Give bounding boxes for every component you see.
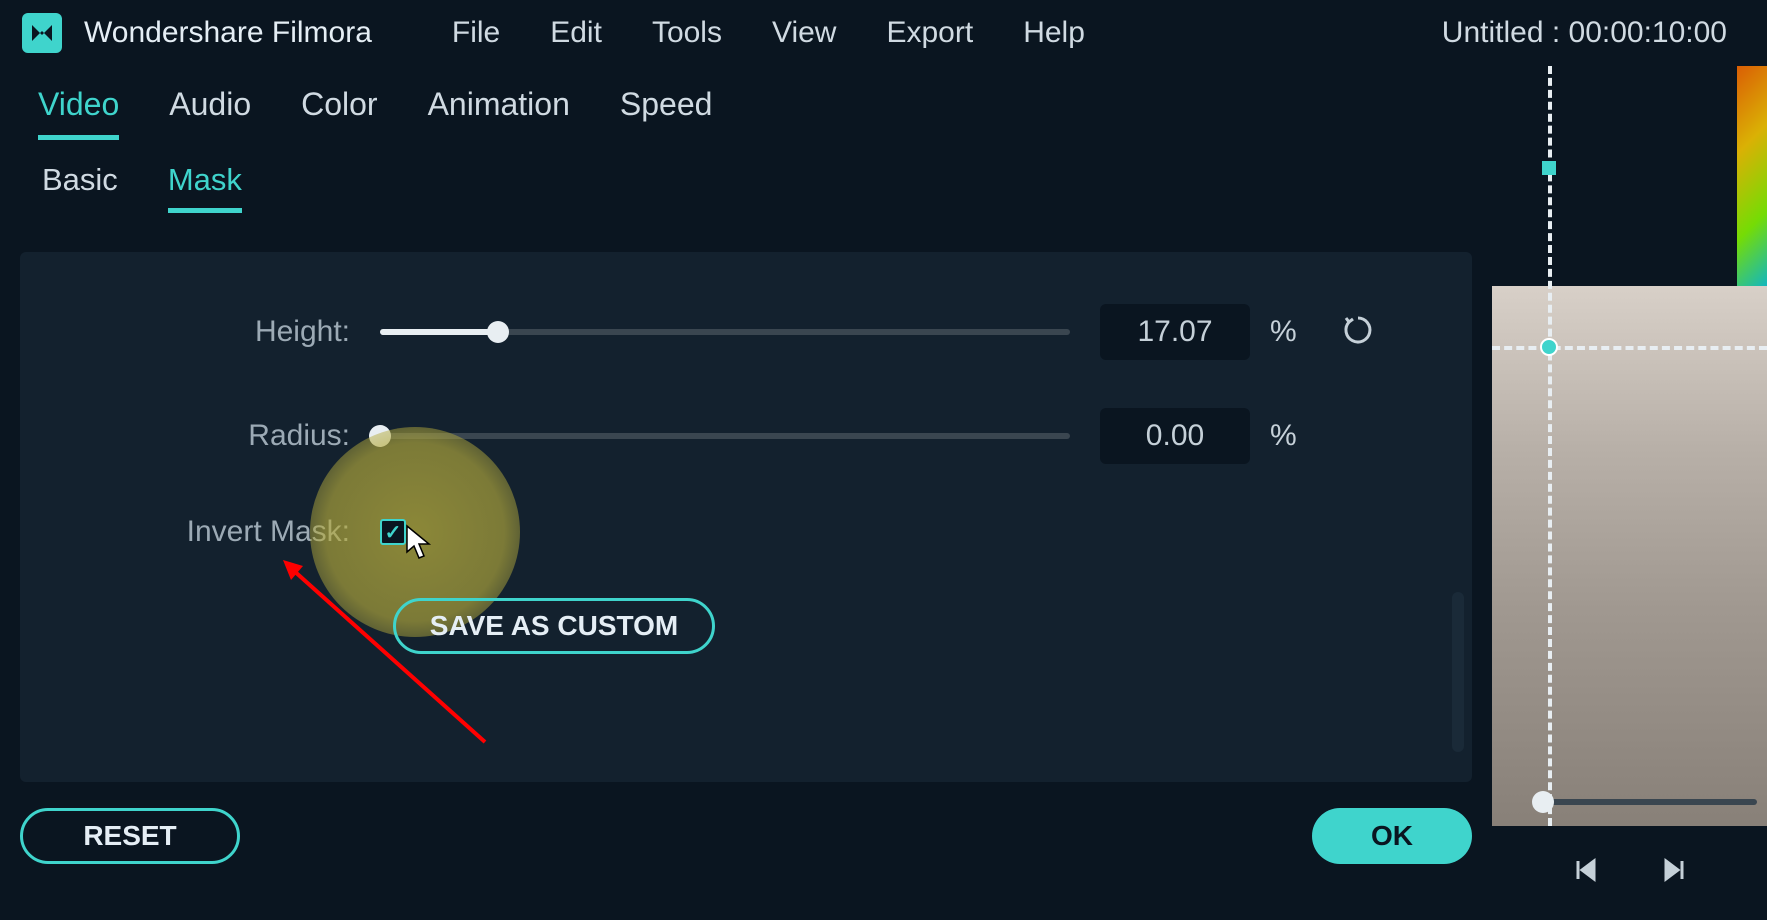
sub-tab-basic[interactable]: Basic	[42, 162, 118, 208]
inspector-main-tabs: Video Audio Color Animation Speed	[0, 66, 1492, 144]
tab-audio[interactable]: Audio	[169, 86, 251, 135]
height-label: Height:	[50, 315, 380, 349]
preview-panel	[1492, 66, 1767, 920]
app-logo	[20, 11, 64, 55]
app-title: Wondershare Filmora	[84, 16, 372, 50]
mask-guide-horizontal[interactable]	[1492, 346, 1767, 350]
menu-file[interactable]: File	[452, 16, 500, 50]
panel-scrollbar[interactable]	[1452, 592, 1464, 752]
zoom-slider-thumb[interactable]	[1532, 791, 1554, 813]
radius-control-row: Radius: 0.00 %	[50, 406, 1442, 466]
radius-slider[interactable]	[380, 433, 1070, 439]
playback-controls	[1492, 855, 1767, 890]
mask-settings-panel: Height: 17.07 % Radius:	[20, 252, 1472, 782]
height-slider[interactable]	[380, 329, 1070, 335]
ok-button[interactable]: OK	[1312, 808, 1472, 864]
inspector-footer: RESET OK	[0, 808, 1492, 864]
mask-guide-vertical[interactable]	[1548, 66, 1552, 826]
menu-bar: File Edit Tools View Export Help	[452, 16, 1442, 50]
height-value[interactable]: 17.07	[1100, 304, 1250, 360]
tab-video[interactable]: Video	[38, 86, 119, 140]
menu-export[interactable]: Export	[886, 16, 973, 50]
tab-speed[interactable]: Speed	[620, 86, 713, 135]
preview-content-lower	[1492, 286, 1767, 826]
prev-frame-button[interactable]	[1570, 855, 1600, 890]
menu-view[interactable]: View	[772, 16, 836, 50]
height-control-row: Height: 17.07 %	[50, 302, 1442, 362]
project-title: Untitled : 00:00:10:00	[1442, 16, 1727, 50]
invert-mask-label: Invert Mask:	[50, 515, 380, 549]
zoom-slider[interactable]	[1532, 792, 1757, 812]
menu-edit[interactable]: Edit	[550, 16, 602, 50]
mask-center-handle[interactable]	[1540, 338, 1558, 356]
title-bar: Wondershare Filmora File Edit Tools View…	[0, 0, 1767, 66]
radius-unit: %	[1270, 419, 1310, 453]
radius-slider-thumb[interactable]	[369, 425, 391, 447]
radius-value[interactable]: 0.00	[1100, 408, 1250, 464]
save-as-custom-button[interactable]: SAVE AS CUSTOM	[393, 598, 715, 654]
mask-top-handle[interactable]	[1542, 161, 1556, 175]
invert-mask-checkbox[interactable]	[380, 519, 406, 545]
tab-animation[interactable]: Animation	[428, 86, 570, 135]
preview-content-upper	[1737, 66, 1767, 286]
menu-help[interactable]: Help	[1023, 16, 1085, 50]
next-frame-button[interactable]	[1660, 855, 1690, 890]
reset-button[interactable]: RESET	[20, 808, 240, 864]
inspector-panel: Video Audio Color Animation Speed Basic …	[0, 66, 1492, 920]
sub-tab-mask[interactable]: Mask	[168, 162, 242, 213]
height-unit: %	[1270, 315, 1310, 349]
radius-label: Radius:	[50, 419, 380, 453]
tab-color[interactable]: Color	[301, 86, 377, 135]
preview-viewport[interactable]	[1492, 66, 1767, 826]
height-reset-icon[interactable]	[1340, 312, 1376, 353]
menu-tools[interactable]: Tools	[652, 16, 722, 50]
height-slider-thumb[interactable]	[487, 321, 509, 343]
invert-mask-row: Invert Mask:	[50, 502, 1442, 562]
inspector-sub-tabs: Basic Mask	[0, 144, 1492, 234]
